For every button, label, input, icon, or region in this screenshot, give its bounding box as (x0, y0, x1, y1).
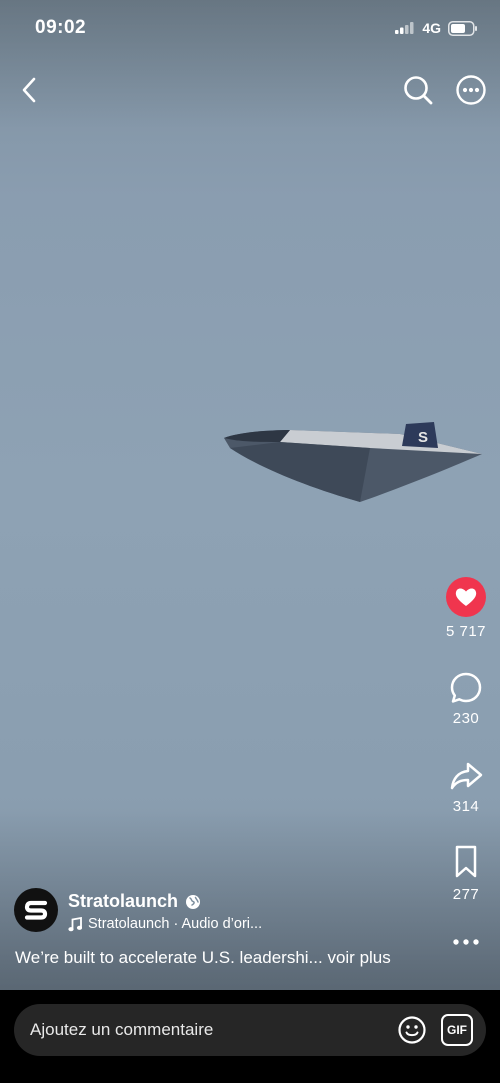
bookmark-icon (455, 845, 477, 878)
tail-logo: S (418, 429, 428, 446)
search-icon (404, 76, 433, 105)
share-count: 314 (452, 798, 480, 815)
gif-label: GIF (447, 1023, 467, 1037)
status-time: 09:02 (35, 17, 87, 38)
comment-button[interactable] (446, 668, 486, 708)
stratolaunch-logo-icon (24, 900, 48, 920)
username[interactable]: Stratolaunch (68, 891, 201, 912)
more-horizontal-icon (453, 939, 479, 945)
globe-icon (186, 894, 201, 909)
gif-button[interactable]: GIF (441, 1014, 473, 1046)
chevron-left-icon (22, 77, 36, 103)
like-count: 5 717 (445, 623, 487, 640)
more-options-button[interactable] (454, 73, 488, 107)
like-button[interactable] (445, 576, 487, 618)
avatar[interactable] (14, 888, 58, 932)
search-button[interactable] (401, 73, 435, 107)
share-button[interactable] (446, 756, 486, 796)
comment-count: 230 (452, 710, 480, 727)
signal-icon (395, 22, 414, 34)
username-label: Stratolaunch (68, 891, 179, 911)
emoji-button[interactable] (396, 1014, 428, 1046)
more-actions-button[interactable] (448, 930, 484, 954)
comment-icon (450, 672, 482, 703)
more-circle-icon (456, 75, 486, 105)
share-icon (450, 762, 483, 790)
battery-icon (448, 20, 477, 36)
audio-label: Stratolaunch · Audio d’ori... (88, 916, 263, 932)
caption[interactable]: We’re built to accelerate U.S. leadershi… (15, 948, 391, 968)
heart-icon (446, 577, 486, 617)
status-indicators: 4G (395, 20, 478, 36)
music-note-icon (68, 916, 82, 931)
comment-input[interactable]: Ajoutez un commentaire GIF (14, 1004, 486, 1056)
audio-link[interactable]: Stratolaunch · Audio d’ori... (68, 916, 262, 932)
network-label: 4G (422, 20, 441, 36)
emoji-icon (398, 1016, 426, 1044)
caption-text: We’re built to accelerate U.S. leadershi… (15, 948, 323, 967)
save-count: 277 (452, 886, 480, 903)
see-more-link[interactable]: voir plus (327, 948, 390, 967)
save-button[interactable] (447, 843, 485, 881)
video-player[interactable]: S 09:02 4G 5 717 230 314 277 Stratolaunc… (0, 0, 500, 990)
comment-placeholder: Ajoutez un commentaire (30, 1020, 214, 1039)
back-button[interactable] (14, 74, 44, 106)
aircraft-image: S (224, 422, 482, 502)
